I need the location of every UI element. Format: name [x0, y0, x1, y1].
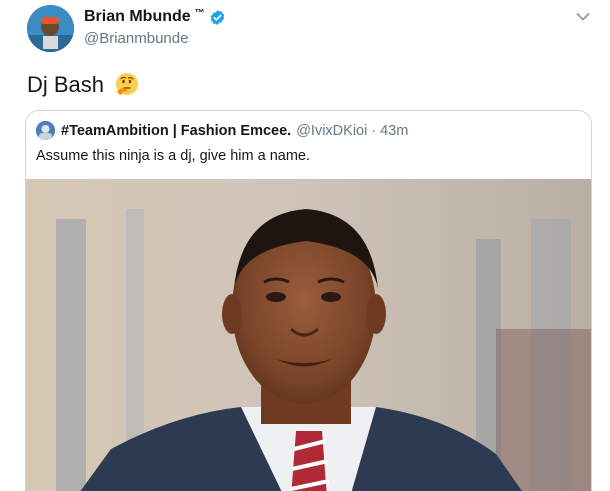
quoted-author-avatar[interactable] [36, 121, 55, 140]
tweet-text-content: Dj Bash [27, 72, 105, 97]
author-name[interactable]: Brian Mbunde ™ [84, 8, 226, 26]
quoted-tweet-time[interactable]: 43m [380, 123, 408, 139]
tweet: Brian Mbunde ™ @Brianmbunde Dj Bash #Tea… [0, 0, 610, 491]
trademark-symbol: ™ [194, 7, 205, 19]
author-handle[interactable]: @Brianmbunde [84, 30, 188, 47]
chevron-down-icon[interactable] [576, 11, 590, 23]
verified-badge-icon [210, 9, 224, 25]
quoted-tweet-photo[interactable] [26, 179, 591, 491]
quoted-tweet-text: Assume this ninja is a dj, give him a na… [36, 148, 311, 164]
separator-dot: · [371, 122, 377, 139]
quoted-author-name[interactable]: #TeamAmbition | Fashion Emcee. [61, 123, 291, 139]
author-name-text[interactable]: Brian Mbunde [84, 8, 191, 26]
quoted-tweet-card[interactable]: #TeamAmbition | Fashion Emcee. @IvixDKio… [25, 110, 592, 491]
tweet-text: Dj Bash [27, 72, 140, 98]
thinking-face-emoji [116, 73, 139, 95]
quoted-author-handle[interactable]: @IvixDKioi [296, 123, 367, 139]
author-avatar[interactable] [27, 5, 74, 52]
quoted-tweet-header: #TeamAmbition | Fashion Emcee. @IvixDKio… [36, 121, 408, 140]
